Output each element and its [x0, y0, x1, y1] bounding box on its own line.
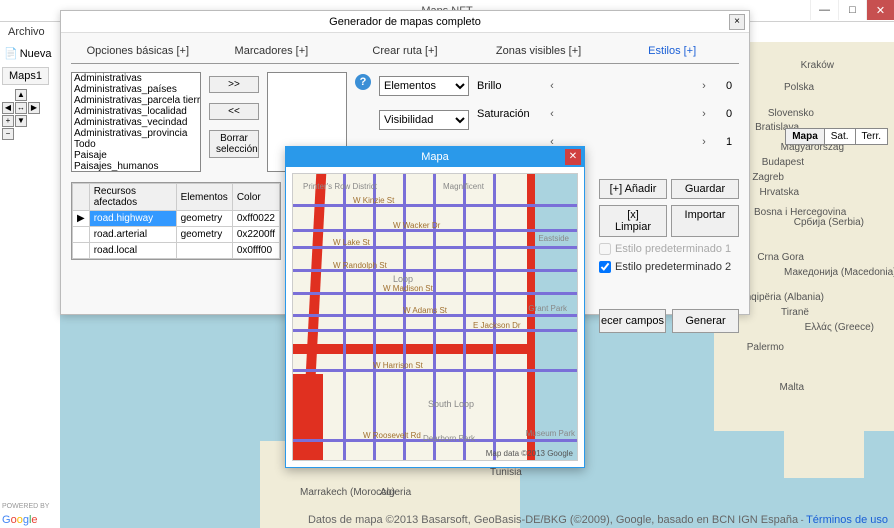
zoom-out[interactable]: − — [2, 128, 14, 140]
save-button[interactable]: Guardar — [671, 179, 739, 199]
reset-button[interactable]: ecer campos — [599, 309, 666, 333]
nav-left[interactable]: ◀ — [2, 102, 14, 114]
tab-opciones[interactable]: Opciones básicas [+] — [71, 39, 205, 63]
visibilidad-combo[interactable]: Visibilidad — [379, 110, 469, 130]
nav-right[interactable]: ▶ — [28, 102, 40, 114]
styles-grid[interactable]: Recursos afectadosElementosColor ▶road.h… — [71, 182, 281, 260]
brillo-dec[interactable]: ‹ — [545, 80, 559, 92]
dialog-title: Generador de mapas completo — [329, 16, 481, 28]
import-button[interactable]: Importar — [671, 205, 739, 237]
nav-arrows: ▲ ◀↔▶ +▼ − — [0, 87, 60, 142]
nav-center[interactable]: ↔ — [15, 102, 27, 114]
saturacion-dec[interactable]: ‹ — [545, 108, 559, 120]
map-type-switcher: Mapa Sat. Terr. — [785, 128, 888, 145]
maximize-button[interactable]: □ — [838, 0, 866, 20]
tree: 📄 Nueva — [0, 42, 60, 65]
maptype-map[interactable]: Mapa — [786, 129, 825, 144]
map-preview-window: Mapa ✕ W Kinzie St W Wacker Dr — [285, 146, 585, 468]
maptype-sat[interactable]: Sat. — [825, 129, 856, 144]
zoom-in[interactable]: + — [2, 115, 14, 127]
right-column: [+] Añadir Guardar [x] Limpiar Importar … — [599, 73, 739, 333]
move-right-button[interactable]: >> — [209, 76, 259, 93]
mapwin-close[interactable]: ✕ — [565, 149, 581, 165]
doc-icon: 📄 — [4, 47, 18, 60]
add-button[interactable]: [+] Añadir — [599, 179, 667, 199]
google-logo: POWERED BY Google — [2, 503, 49, 526]
dialog-titlebar: Generador de mapas completo × — [61, 11, 749, 33]
close-button[interactable]: ✕ — [866, 0, 894, 20]
left-panel: 📄 Nueva Maps1 ▲ ◀↔▶ +▼ − — [0, 42, 60, 142]
maptype-terr[interactable]: Terr. — [856, 129, 887, 144]
menu-archivo[interactable]: Archivo — [8, 26, 45, 38]
tab-marcadores[interactable]: Marcadores [+] — [205, 39, 339, 63]
chicago-map[interactable]: W Kinzie St W Wacker Dr W Lake St W Rand… — [292, 173, 578, 461]
terms-link[interactable]: Términos de uso — [806, 514, 888, 526]
tab-maps1[interactable]: Maps1 — [2, 67, 49, 85]
window-buttons: — □ ✕ — [810, 0, 894, 20]
preset2-check[interactable]: Estilo predeterminado 2 — [599, 261, 739, 273]
minimize-button[interactable]: — — [810, 0, 838, 20]
clear-button[interactable]: [x] Limpiar — [599, 205, 667, 237]
tab-estilos[interactable]: Estilos [+] — [605, 39, 739, 63]
elementos-combo[interactable]: Elementos — [379, 76, 469, 96]
table-row: road.arterialgeometry0x2200ff — [73, 227, 280, 243]
feature-listbox[interactable]: Administrativas Administrativas_países A… — [71, 72, 201, 172]
nav-up[interactable]: ▲ — [15, 89, 27, 101]
generate-button[interactable]: Generar — [672, 309, 739, 333]
dialog-close[interactable]: × — [729, 14, 745, 30]
preset1-check[interactable]: Estilo predeterminado 1 — [599, 243, 739, 255]
move-left-button[interactable]: << — [209, 103, 259, 120]
mapwin-titlebar[interactable]: Mapa ✕ — [286, 147, 584, 167]
table-row: ▶road.highwaygeometry0xff0022 — [73, 211, 280, 227]
help-icon[interactable]: ? — [355, 74, 371, 90]
table-row: road.local0x0fff00 — [73, 243, 280, 259]
map-footer: Datos de mapa ©2013 Basarsoft, GeoBasis-… — [308, 514, 888, 526]
clear-selection-button[interactable]: Borrar selección — [209, 130, 259, 158]
nav-down[interactable]: ▼ — [15, 115, 27, 127]
tab-zonas[interactable]: Zonas visibles [+] — [472, 39, 606, 63]
tab-ruta[interactable]: Crear ruta [+] — [338, 39, 472, 63]
tree-root[interactable]: 📄 Nueva — [2, 46, 58, 61]
dialog-tabs: Opciones básicas [+] Marcadores [+] Crea… — [71, 39, 739, 64]
